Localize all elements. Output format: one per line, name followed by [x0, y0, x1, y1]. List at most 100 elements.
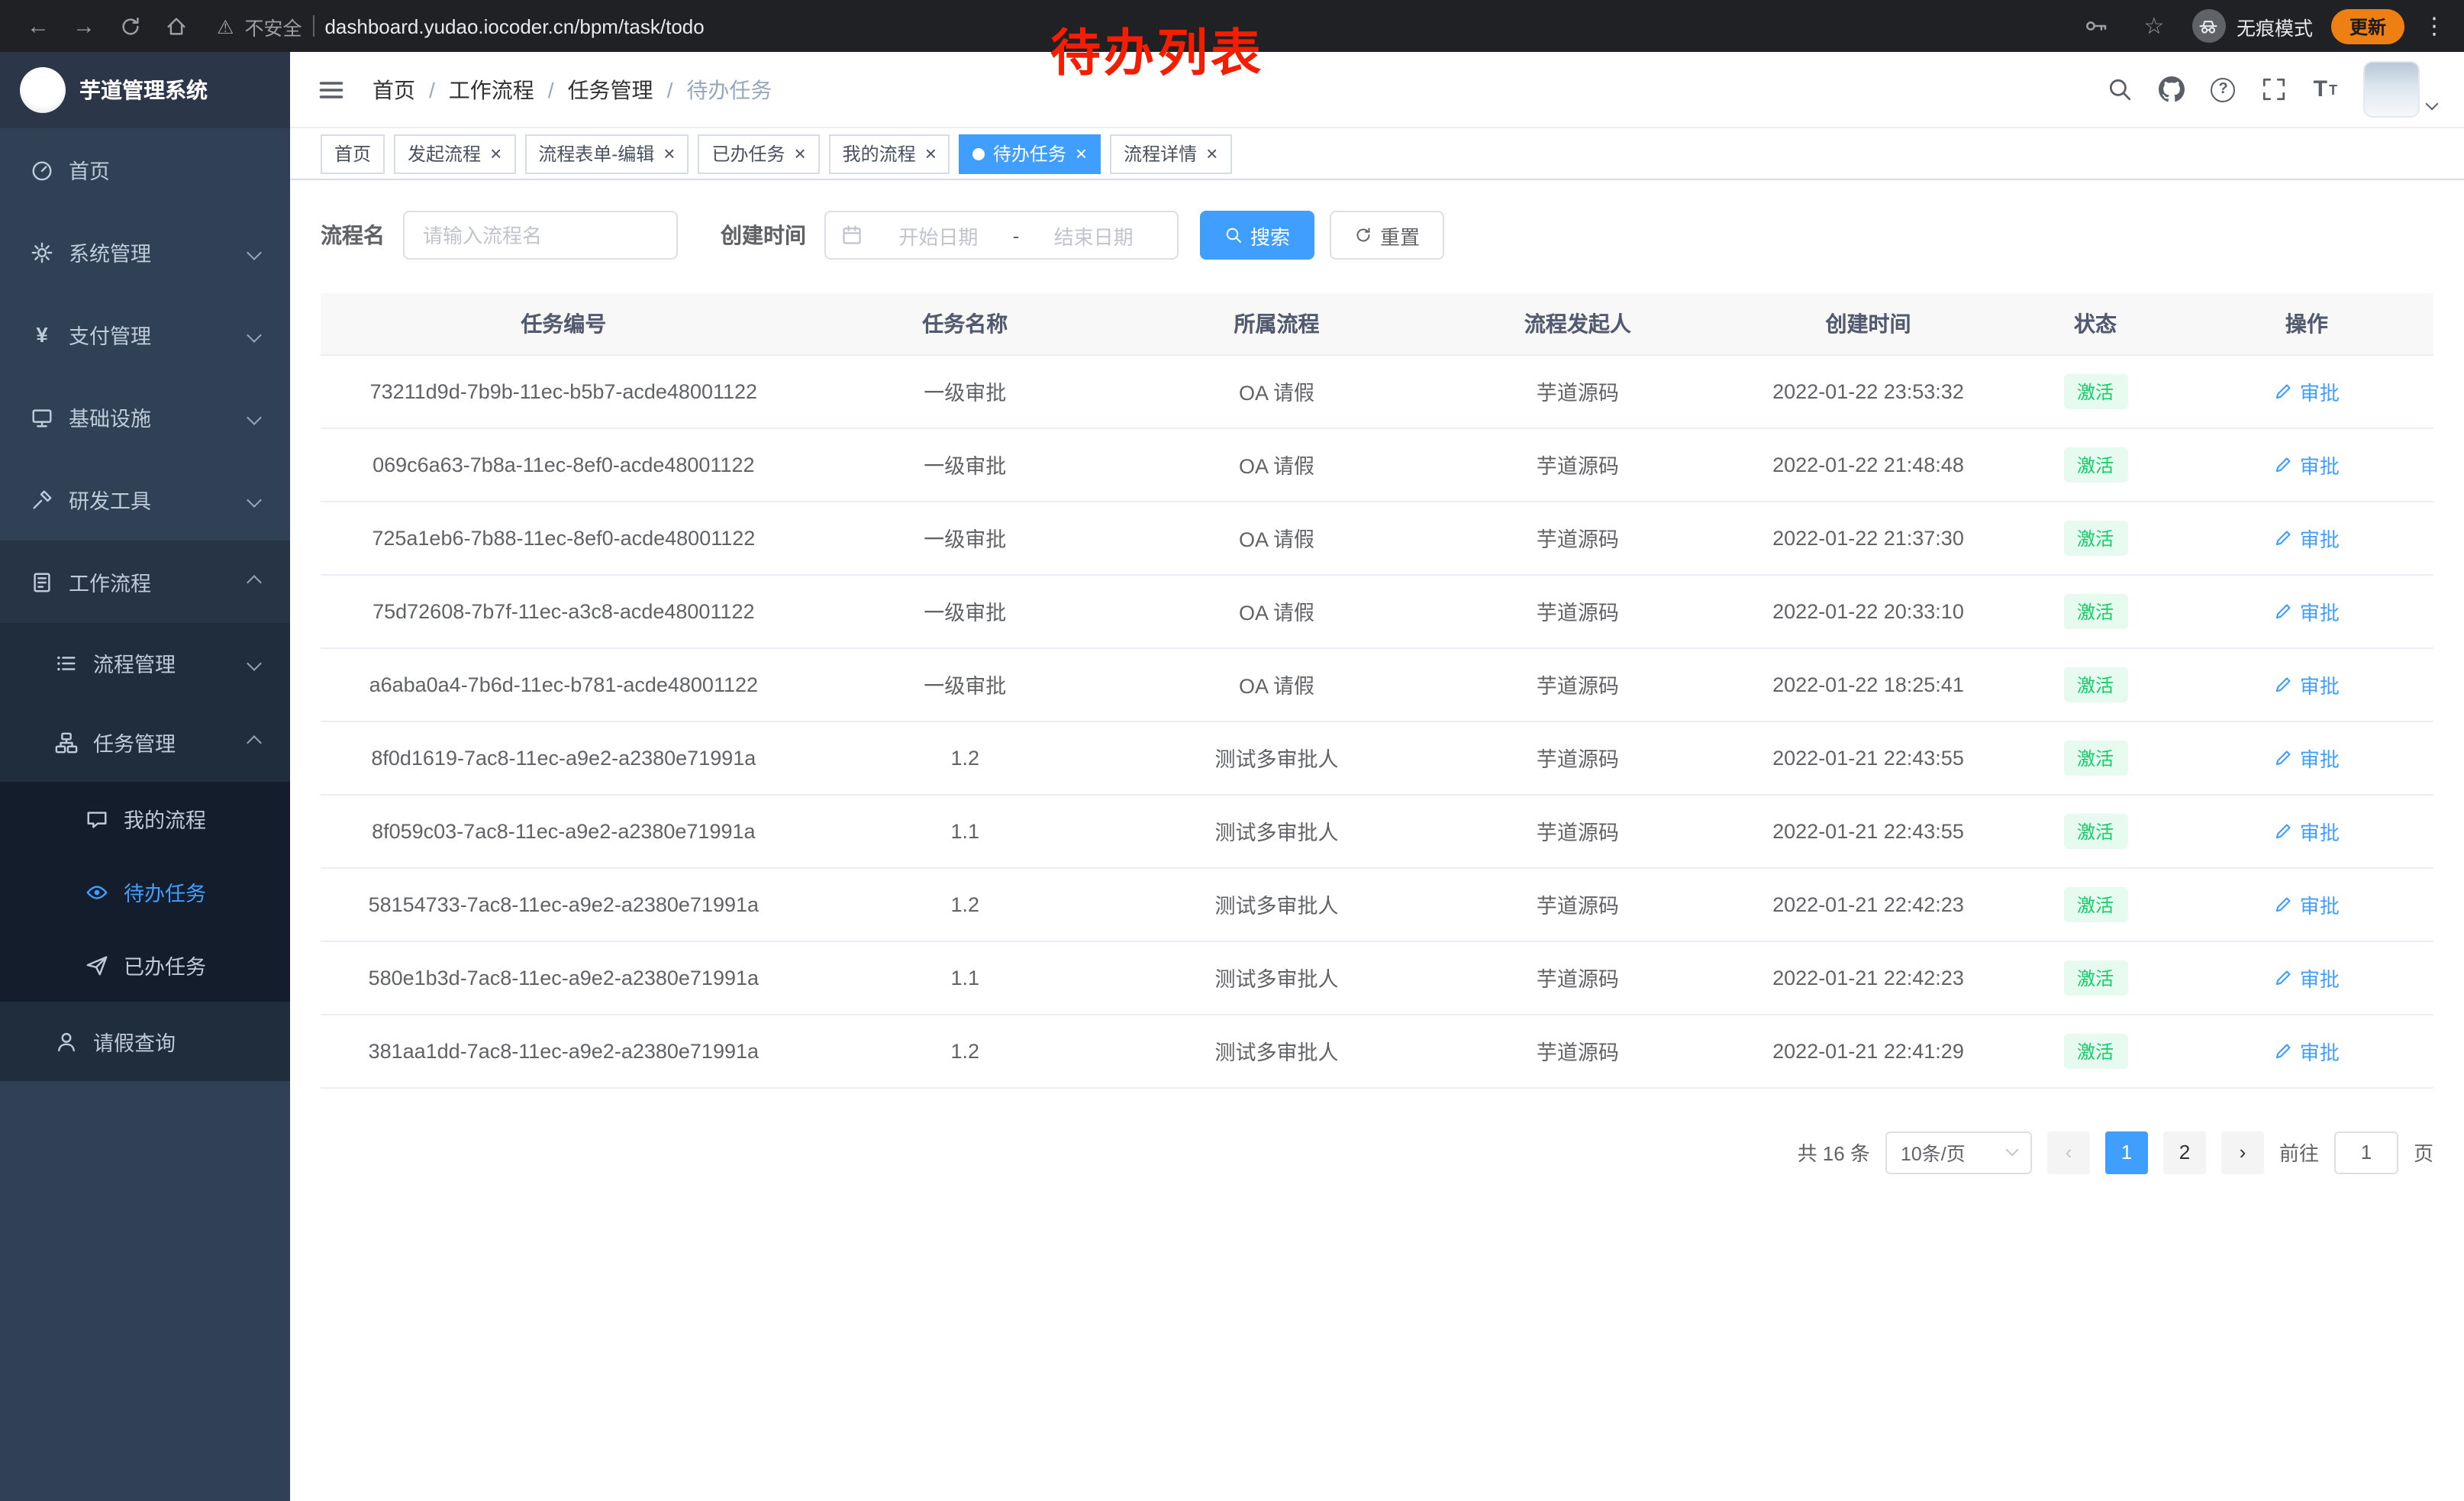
tab-close-icon[interactable]: ×: [490, 144, 502, 163]
next-page-button[interactable]: ›: [2221, 1131, 2264, 1173]
bookmark-star-icon[interactable]: ☆: [2134, 6, 2174, 46]
approve-link[interactable]: 审批: [2274, 963, 2340, 992]
tab[interactable]: 发起流程 ×: [394, 134, 515, 173]
user-menu[interactable]: [2363, 61, 2437, 118]
sidebar-item-process-management[interactable]: 流程管理: [0, 623, 290, 702]
org-icon: [55, 731, 78, 754]
sidebar-item-my-process[interactable]: 我的流程: [0, 782, 290, 855]
sidebar-item-task-management[interactable]: 任务管理: [0, 702, 290, 782]
tab-close-icon[interactable]: ×: [1206, 144, 1217, 163]
refresh-icon[interactable]: [110, 6, 150, 46]
reset-button[interactable]: 重置: [1330, 211, 1444, 260]
approve-link-label: 审批: [2300, 816, 2340, 845]
approve-link[interactable]: 审批: [2274, 889, 2340, 918]
back-icon[interactable]: ←: [18, 6, 58, 46]
search-icon[interactable]: [2108, 76, 2133, 102]
sidebar-item-payment[interactable]: ¥ 支付管理: [0, 293, 290, 376]
sidebar-item-infrastructure[interactable]: 基础设施: [0, 376, 290, 458]
tab-label: 待办任务: [993, 140, 1066, 166]
prev-page-button[interactable]: ‹: [2047, 1131, 2090, 1173]
sidebar-item-label: 任务管理: [93, 727, 176, 757]
app-logo[interactable]: 芋道管理系统: [0, 52, 290, 128]
fullscreen-icon[interactable]: [2262, 76, 2288, 102]
approve-link[interactable]: 审批: [2274, 450, 2340, 479]
home-icon[interactable]: [156, 6, 195, 46]
key-icon[interactable]: [2076, 6, 2116, 46]
table-body: 73211d9d-7b9b-11ec-b5b7-acde48001122 一级审…: [321, 354, 2433, 1087]
date-range-picker[interactable]: 开始日期 - 结束日期: [824, 211, 1179, 260]
sidebar-item-workflow[interactable]: 工作流程: [0, 541, 290, 623]
tab[interactable]: 我的流程 ×: [829, 134, 950, 173]
cell-task-name: 1.1: [807, 941, 1124, 1014]
address-bar[interactable]: ⚠ 不安全 dashboard.yudao.iocoder.cn/bpm/tas…: [217, 11, 705, 40]
hamburger-icon[interactable]: [318, 76, 345, 103]
tab[interactable]: 首页: [321, 134, 385, 173]
approve-link[interactable]: 审批: [2274, 376, 2340, 405]
tab-close-icon[interactable]: ×: [663, 144, 675, 163]
page-number-button[interactable]: 1: [2105, 1131, 2148, 1173]
approve-link[interactable]: 审批: [2274, 816, 2340, 845]
warning-icon: ⚠: [217, 15, 234, 37]
sidebar-item-home[interactable]: 首页: [0, 128, 290, 211]
cell-initiator: 芋道源码: [1430, 867, 1726, 941]
tab-label: 首页: [334, 140, 371, 166]
process-name-input[interactable]: [403, 211, 678, 260]
github-icon[interactable]: [2159, 76, 2185, 102]
annotation-text: 待办列表: [1050, 12, 1264, 86]
sidebar: 芋道管理系统 首页 系统管理 ¥ 支付管理 基础设施 研发工具 工作流: [0, 52, 290, 1501]
status-badge: 激活: [2063, 520, 2127, 555]
page-number-button[interactable]: 2: [2163, 1131, 2206, 1173]
breadcrumb-item[interactable]: 任务管理: [568, 74, 653, 105]
cell-process: OA 请假: [1124, 501, 1430, 574]
cell-created: 2022-01-22 21:37:30: [1726, 501, 2011, 574]
table-row: 725a1eb6-7b88-11ec-8ef0-acde48001122 一级审…: [321, 501, 2433, 574]
chevron-down-icon: [247, 655, 262, 670]
page-size-select[interactable]: 10条/页: [1885, 1131, 2032, 1173]
approve-link[interactable]: 审批: [2274, 523, 2340, 552]
breadcrumb-item[interactable]: 工作流程: [449, 74, 534, 105]
breadcrumb-item[interactable]: 首页: [373, 74, 415, 105]
sidebar-item-done-tasks[interactable]: 已办任务: [0, 928, 290, 1002]
tag-bar: 首页 发起流程 × 流程表单-编辑 × 已办任务 × 我的流程 × 待办任务 ×…: [290, 128, 2464, 180]
approve-link[interactable]: 审批: [2274, 596, 2340, 625]
tab-close-icon[interactable]: ×: [1076, 144, 1087, 163]
cell-task-id: 8f059c03-7ac8-11ec-a9e2-a2380e71991a: [321, 794, 807, 867]
forward-icon[interactable]: →: [64, 6, 104, 46]
reset-button-label: 重置: [1380, 221, 1420, 250]
cell-created: 2022-01-22 20:33:10: [1726, 574, 2011, 647]
help-icon[interactable]: [2211, 77, 2236, 102]
tab[interactable]: 待办任务 ×: [959, 134, 1101, 173]
update-button[interactable]: 更新: [2331, 8, 2404, 44]
tab-label: 流程详情: [1124, 140, 1197, 166]
tab-close-icon[interactable]: ×: [794, 144, 805, 163]
main-content: 流程名 创建时间 开始日期 - 结束日期 搜索 重置: [290, 180, 2464, 1501]
cell-task-id: a6aba0a4-7b6d-11ec-b781-acde48001122: [321, 647, 807, 721]
approve-link[interactable]: 审批: [2274, 670, 2340, 699]
tab[interactable]: 流程表单-编辑 ×: [524, 134, 689, 173]
sidebar-item-leave-query[interactable]: 请假查询: [0, 1002, 290, 1081]
tab[interactable]: 流程详情 ×: [1110, 134, 1231, 173]
yen-icon: ¥: [31, 322, 53, 347]
chevron-down-icon: [247, 244, 262, 260]
tab-close-icon[interactable]: ×: [925, 144, 937, 163]
sidebar-item-devtools[interactable]: 研发工具: [0, 458, 290, 541]
gear-icon: [31, 240, 53, 263]
tab-active-dot: [973, 147, 985, 160]
pagination: 共 16 条 10条/页 ‹ 12 › 前往 页: [321, 1131, 2433, 1173]
approve-link-label: 审批: [2300, 670, 2340, 699]
cell-task-id: 75d72608-7b7f-11ec-a3c8-acde48001122: [321, 574, 807, 647]
sidebar-item-label: 请假查询: [93, 1026, 176, 1057]
goto-page-input[interactable]: [2334, 1131, 2398, 1173]
sidebar-item-system[interactable]: 系统管理: [0, 211, 290, 293]
cell-task-name: 一级审批: [807, 428, 1124, 501]
search-button[interactable]: 搜索: [1200, 211, 1314, 260]
chevron-up-icon: [247, 734, 262, 750]
cell-created: 2022-01-21 22:43:55: [1726, 794, 2011, 867]
approve-link[interactable]: 审批: [2274, 743, 2340, 772]
sidebar-item-label: 待办任务: [124, 876, 206, 907]
browser-menu-icon[interactable]: ⋮: [2423, 12, 2446, 40]
sidebar-item-todo-tasks[interactable]: 待办任务: [0, 855, 290, 928]
approve-link[interactable]: 审批: [2274, 1036, 2340, 1065]
font-size-icon[interactable]: [2314, 78, 2337, 101]
tab[interactable]: 已办任务 ×: [698, 134, 819, 173]
